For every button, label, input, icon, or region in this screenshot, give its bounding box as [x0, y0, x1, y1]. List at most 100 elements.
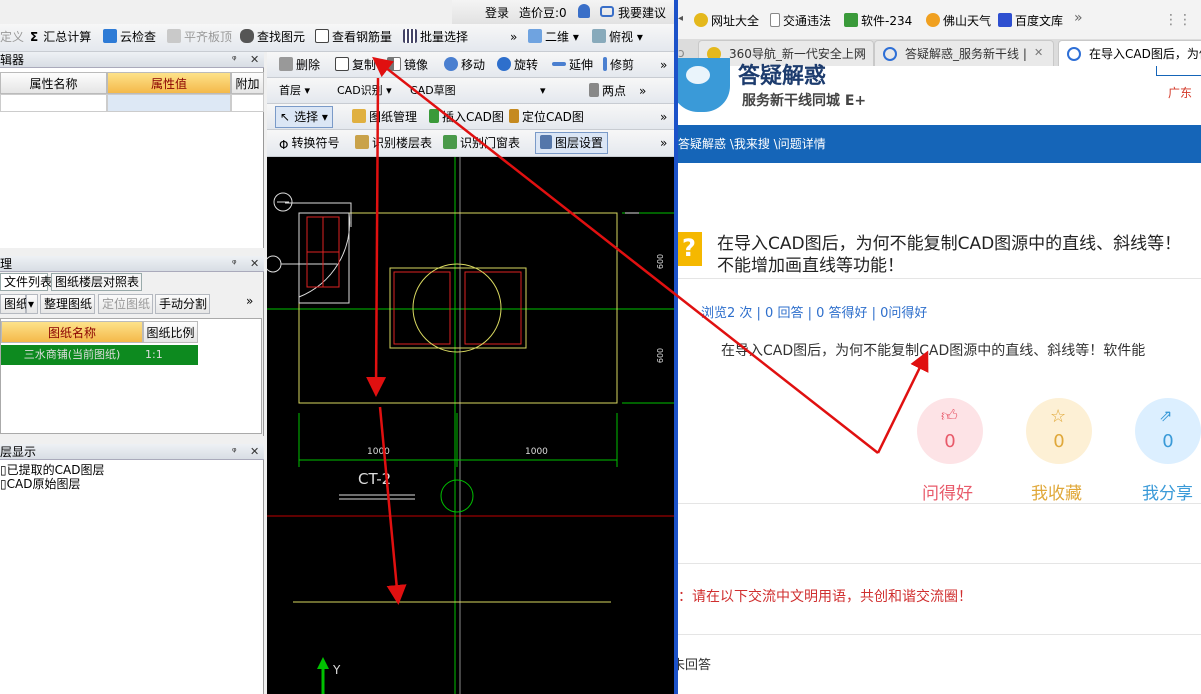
tab-floor-table[interactable]: 图纸楼层对照表 [51, 273, 142, 291]
layer-item-original[interactable]: ▯CAD原始图层 [0, 475, 80, 492]
property-row-value[interactable] [107, 94, 231, 112]
rotate-button[interactable]: 旋转 [497, 52, 538, 78]
insert-cad-button[interactable]: 插入CAD图 [429, 104, 504, 130]
close-icon[interactable]: ✕ [250, 256, 259, 272]
batch-select-button[interactable]: 批量选择 [403, 24, 468, 50]
mascot-logo [678, 58, 730, 112]
bell-icon[interactable] [578, 4, 590, 18]
select-button[interactable]: ↖ 选择 ▾ [275, 106, 333, 128]
toolbar-overflow-icon[interactable]: » [660, 130, 667, 156]
locate-drawing-button[interactable]: 定位图纸 [98, 294, 153, 314]
find-element-button[interactable]: 查找图元 [240, 24, 305, 50]
favorite-button[interactable]: ☆ 0 [1026, 398, 1092, 464]
panel-header: 理 ᵠ ✕ [0, 256, 264, 272]
panel-overflow-icon[interactable]: » [246, 294, 253, 308]
property-row-extra[interactable] [231, 94, 264, 112]
cad-recog-dropdown[interactable]: CAD识别 ▾ [337, 78, 392, 104]
top-view-dropdown[interactable]: 俯视 ▾ [592, 24, 643, 50]
align-slab-button[interactable]: 平齐板顶 [167, 24, 232, 50]
share-label[interactable]: 我分享 [1142, 479, 1193, 504]
divider [678, 278, 1201, 279]
col-header-name[interactable]: 属性名称 [0, 72, 107, 94]
bookmark-item[interactable]: 百度文库 [998, 12, 1063, 29]
draft-dropdown-arrow-icon[interactable]: ▾ [540, 78, 546, 104]
suggest-link[interactable]: 我要建议 [618, 4, 666, 21]
house-icon [844, 13, 858, 27]
tab-close-icon[interactable]: ✕ [1034, 46, 1043, 59]
toolbar-overflow-icon[interactable]: » [639, 78, 646, 104]
browser-tab-active[interactable]: 在导入CAD图后，为何 [1058, 40, 1201, 66]
panel-header: 层显示 ᵠ ✕ [0, 444, 264, 460]
share-button[interactable]: ⇗ 0 [1135, 398, 1201, 464]
trim-button[interactable]: 修剪 [603, 52, 634, 78]
pin-icon[interactable]: ᵠ [232, 444, 237, 460]
close-icon[interactable]: ✕ [250, 444, 259, 460]
sum-calc-button[interactable]: Σ 汇总计算 [30, 24, 91, 50]
organize-drawing-button[interactable]: 整理图纸 [40, 294, 95, 314]
locate-cad-button[interactable]: 定位CAD图 [509, 104, 584, 130]
drawing-row-scale[interactable]: 1:1 [143, 345, 198, 365]
col-header-value[interactable]: 属性值 [107, 72, 231, 94]
browser-tab[interactable]: 答疑解惑_服务新干线 | [874, 40, 1054, 66]
like-button[interactable]: 👍︎ 0 [917, 398, 983, 464]
floor-dropdown[interactable]: 首层 ▾ [279, 78, 310, 104]
bookmark-item[interactable]: 佛山天气 [926, 12, 991, 29]
eraser-icon [279, 57, 293, 71]
bookmarks-overflow-icon[interactable]: » [1074, 10, 1083, 26]
two-points-button[interactable]: 两点 [589, 78, 626, 104]
convert-symbol-button[interactable]: Φ 转换符号 [279, 130, 339, 156]
bookmark-item[interactable]: 交通违法 [770, 12, 831, 29]
favorite-label[interactable]: 我收藏 [1031, 479, 1082, 504]
move-button[interactable]: 移动 [444, 52, 485, 78]
recog-door-window-button[interactable]: 识别门窗表 [443, 130, 520, 156]
pin-icon[interactable]: ᵠ [232, 52, 237, 68]
pin-icon[interactable]: ᵠ [232, 256, 237, 272]
col-header-drawing-scale[interactable]: 图纸比例 [143, 321, 198, 343]
col-header-drawing-name[interactable]: 图纸名称 [1, 321, 143, 343]
bookmark-item[interactable]: 网址大全 [694, 12, 759, 29]
property-row-name[interactable] [0, 94, 107, 112]
weather-icon [926, 13, 940, 27]
toolbar-overflow-icon[interactable]: » [660, 52, 667, 78]
toolbar-overflow-icon[interactable]: » [660, 104, 667, 130]
login-link[interactable]: 登录 [485, 4, 509, 21]
like-label[interactable]: 问得好 [922, 479, 973, 504]
drawing-dropdown-icon[interactable]: ▾ [26, 294, 38, 314]
region-link[interactable]: 广东 [1168, 84, 1192, 101]
bookmark-item[interactable]: 软件-234 [844, 12, 912, 29]
tab-favicon-icon [883, 47, 897, 61]
cad-draft-dropdown[interactable]: CAD草图 [410, 78, 456, 104]
view-rebar-button[interactable]: 查看钢筋量 [315, 24, 392, 50]
delete-button[interactable]: 删除 [279, 52, 320, 78]
grid-menu-icon[interactable]: ⋮⋮ [1164, 12, 1192, 28]
tab-close-icon[interactable]: ✕ [856, 46, 865, 59]
checkbox-icon[interactable]: ▯ [0, 477, 7, 491]
collapse-arrow-icon[interactable]: ◂ [678, 13, 683, 24]
close-icon[interactable]: ✕ [250, 52, 259, 68]
define-button[interactable]: 定义 [0, 24, 24, 50]
ruler-icon [589, 83, 599, 97]
trim-icon [603, 57, 607, 71]
site-subtitle: 服务新干线同城 E+ [742, 93, 867, 109]
copy-button[interactable]: 复制 [335, 52, 376, 78]
cad-canvas[interactable]: 1000 1000 600 600 CT-2 Y [267, 157, 674, 694]
drawing-row-name[interactable]: 三水商铺(当前图纸) [1, 345, 143, 365]
breadcrumb[interactable]: 答疑解惑 \我来搜 \问题详情 [678, 125, 1201, 163]
tab-file-list[interactable]: 文件列表 [0, 273, 52, 291]
drawing-mgmt-button[interactable]: 图纸管理 [352, 104, 417, 130]
grid-icon [403, 29, 417, 43]
rebar-icon [315, 29, 329, 43]
view-2d-dropdown[interactable]: 二维 ▾ [528, 24, 579, 50]
question-body: 在导入CAD图后，为何不能复制CAD图源中的直线、斜线等！软件能 [721, 343, 1146, 359]
drawing-button[interactable]: 图纸 [0, 294, 28, 314]
toolbar-overflow-icon[interactable]: » [510, 24, 517, 50]
layer-settings-button[interactable]: 图层设置 [535, 132, 609, 154]
mirror-button[interactable]: 镜像 [387, 52, 428, 78]
col-header-extra[interactable]: 附加 [231, 72, 264, 94]
dimension-label: 1000 [367, 447, 390, 457]
cloud-check-button[interactable]: 云检查 [103, 24, 156, 50]
extend-button[interactable]: 延伸 [552, 52, 593, 78]
panel-title: 辑器 [0, 53, 25, 67]
manual-split-button[interactable]: 手动分割 [155, 294, 210, 314]
recog-floor-table-button[interactable]: 识别楼层表 [355, 130, 432, 156]
